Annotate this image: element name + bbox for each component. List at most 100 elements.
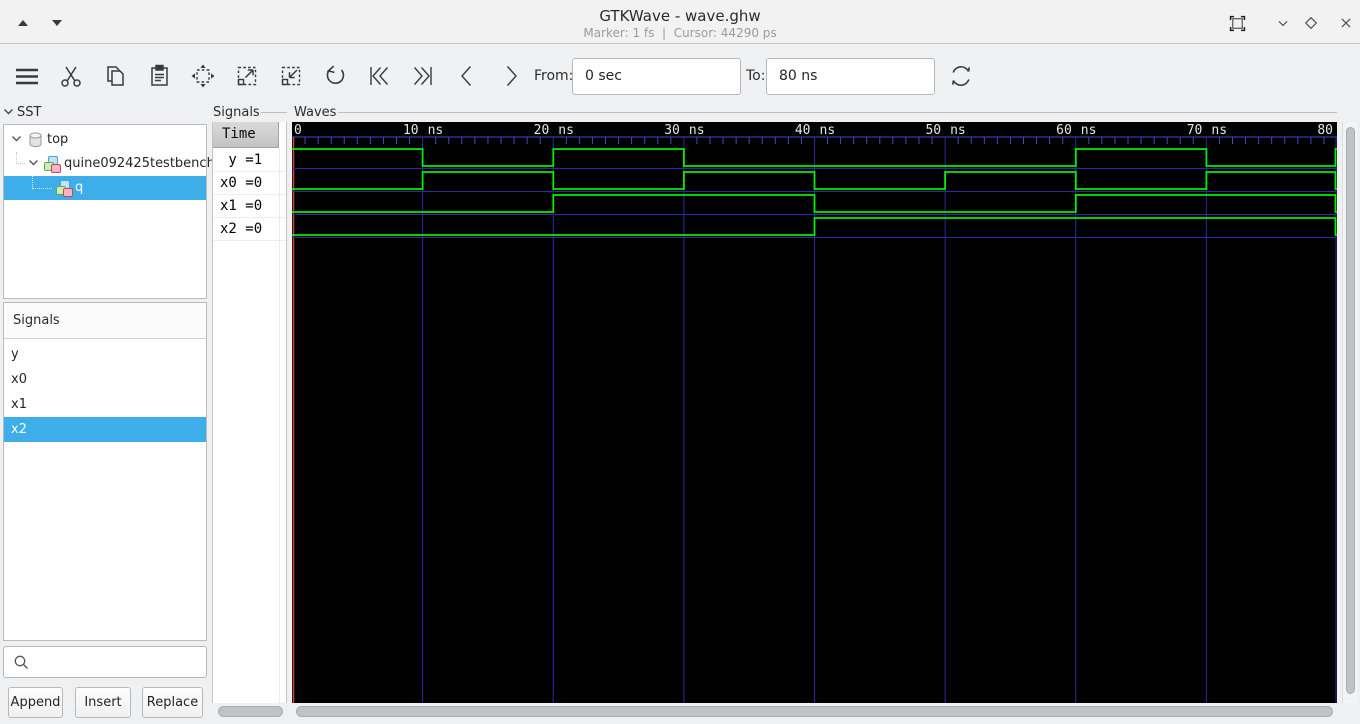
fullscreen-button[interactable]	[1226, 13, 1248, 33]
scrollbar-handle[interactable]	[218, 706, 283, 717]
sst-tree-panel: top quine092425testbench q	[3, 124, 215, 299]
signals-list-header[interactable]: Signals	[4, 303, 206, 339]
search-icon	[14, 655, 28, 669]
expander-icon[interactable]	[28, 159, 39, 167]
signal-value-x0[interactable]: x0 =0	[213, 172, 286, 195]
cut-button[interactable]	[52, 57, 90, 95]
wave-trace-x1	[292, 194, 1337, 213]
fullscreen-icon	[1229, 15, 1245, 31]
window-title: GTKWave - wave.ghw	[599, 7, 761, 25]
svg-text:10: 10	[403, 123, 419, 138]
svg-text:30: 30	[664, 123, 680, 138]
tree-item-top[interactable]: top	[4, 128, 206, 152]
tree-item-q[interactable]: q	[4, 176, 206, 200]
svg-text:ns: ns	[1211, 123, 1227, 138]
replace-button[interactable]: Replace	[142, 687, 203, 718]
chevron-down-icon	[1278, 20, 1288, 27]
wave-trace-x0	[292, 171, 1337, 190]
expander-icon[interactable]	[11, 135, 22, 143]
module-icon	[44, 156, 61, 173]
list-item-x1[interactable]: x1	[4, 392, 206, 417]
svg-text:ns: ns	[950, 123, 966, 138]
zoom-in-button[interactable]	[228, 57, 266, 95]
zoom-undo-button[interactable]	[316, 57, 354, 95]
signal-value-y[interactable]: y =1	[213, 149, 286, 172]
tree-item-testbench[interactable]: quine092425testbench	[4, 152, 215, 176]
time-column-header[interactable]: Time	[213, 122, 279, 148]
undo-icon	[326, 65, 345, 85]
list-item-y[interactable]: y	[4, 342, 206, 367]
zoom-fit-button[interactable]	[184, 57, 222, 95]
insert-button[interactable]: Insert	[75, 687, 131, 718]
clipboard-paste-icon	[151, 64, 168, 86]
wave-trace-x2	[292, 217, 1337, 236]
svg-text:50: 50	[925, 123, 941, 138]
frame-line	[261, 112, 287, 113]
svg-text:ns: ns	[558, 123, 574, 138]
chevron-right-icon	[506, 66, 517, 86]
copy-button[interactable]	[96, 57, 134, 95]
sst-label: SST	[17, 105, 42, 120]
tree-item-label: top	[47, 132, 69, 147]
svg-text:ns: ns	[689, 123, 705, 138]
scrollbar-handle[interactable]	[296, 706, 1333, 717]
list-item-x2[interactable]: x2	[4, 417, 206, 442]
svg-text:40: 40	[795, 123, 811, 138]
shift-right-button[interactable]	[492, 57, 530, 95]
waves-vscrollbar[interactable]	[1342, 122, 1357, 703]
waves-hscrollbar[interactable]	[292, 705, 1337, 719]
minimize-button[interactable]	[1272, 13, 1294, 33]
from-label: From:	[534, 68, 574, 84]
maximize-button[interactable]	[1300, 13, 1322, 33]
skip-to-end-button[interactable]	[404, 57, 442, 95]
append-button[interactable]: Append	[8, 687, 63, 718]
close-button[interactable]	[1335, 13, 1357, 33]
svg-text:70: 70	[1187, 123, 1203, 138]
svg-text:ns: ns	[428, 123, 444, 138]
names-hscrollbar[interactable]	[212, 705, 287, 719]
scrollbar-handle[interactable]	[1346, 127, 1355, 694]
waveform-canvas[interactable]: 010ns20ns30ns40ns50ns60ns70ns80ns	[292, 122, 1358, 703]
skip-end-icon	[413, 67, 432, 85]
signal-value-x2[interactable]: x2 =0	[213, 218, 286, 241]
scissors-icon	[61, 66, 81, 87]
chevron-left-icon	[461, 66, 472, 86]
skip-start-icon	[370, 67, 389, 85]
menu-button[interactable]	[8, 57, 46, 95]
shift-left-button[interactable]	[448, 57, 486, 95]
hamburger-menu-icon	[16, 68, 38, 85]
signal-search-input[interactable]	[3, 646, 207, 678]
diamond-icon	[1304, 16, 1318, 30]
sst-collapse-icon[interactable]	[3, 108, 14, 116]
to-label: To:	[746, 68, 766, 84]
svg-text:0: 0	[294, 123, 302, 138]
reload-icon	[952, 65, 970, 87]
signals-list-panel: Signals y x0 x1 x2	[3, 302, 207, 641]
tree-item-label: q	[75, 180, 84, 195]
signal-value-x1[interactable]: x1 =0	[213, 195, 286, 218]
titlebar: GTKWave - wave.ghw Marker: 1 fs | Cursor…	[0, 0, 1360, 44]
close-icon	[1341, 18, 1351, 28]
svg-text:ns: ns	[820, 123, 836, 138]
zoom-out-icon	[281, 66, 301, 86]
marker-cursor-status: Marker: 1 fs | Cursor: 44290 ps	[583, 26, 777, 40]
zoom-fit-icon	[191, 64, 215, 88]
signal-names-panel: Time y =1 x0 =0 x1 =0 x2 =0	[212, 122, 287, 703]
from-input[interactable]: 0 sec	[572, 58, 741, 95]
to-input[interactable]: 80 ns	[766, 58, 935, 95]
frame-line	[338, 112, 1337, 113]
reload-button[interactable]	[942, 57, 980, 95]
svg-text:80: 80	[1317, 123, 1333, 138]
list-item-x0[interactable]: x0	[4, 367, 206, 392]
svg-text:ns: ns	[1081, 123, 1097, 138]
svg-text:20: 20	[534, 123, 550, 138]
paste-button[interactable]	[140, 57, 178, 95]
tree-connector	[32, 176, 52, 189]
tree-item-label: quine092425testbench	[64, 156, 215, 171]
module-icon	[56, 180, 73, 197]
names-panel-label: Signals	[213, 105, 260, 120]
copy-icon	[107, 66, 124, 86]
zoom-out-button[interactable]	[272, 57, 310, 95]
skip-to-start-button[interactable]	[360, 57, 398, 95]
database-icon	[29, 132, 42, 148]
